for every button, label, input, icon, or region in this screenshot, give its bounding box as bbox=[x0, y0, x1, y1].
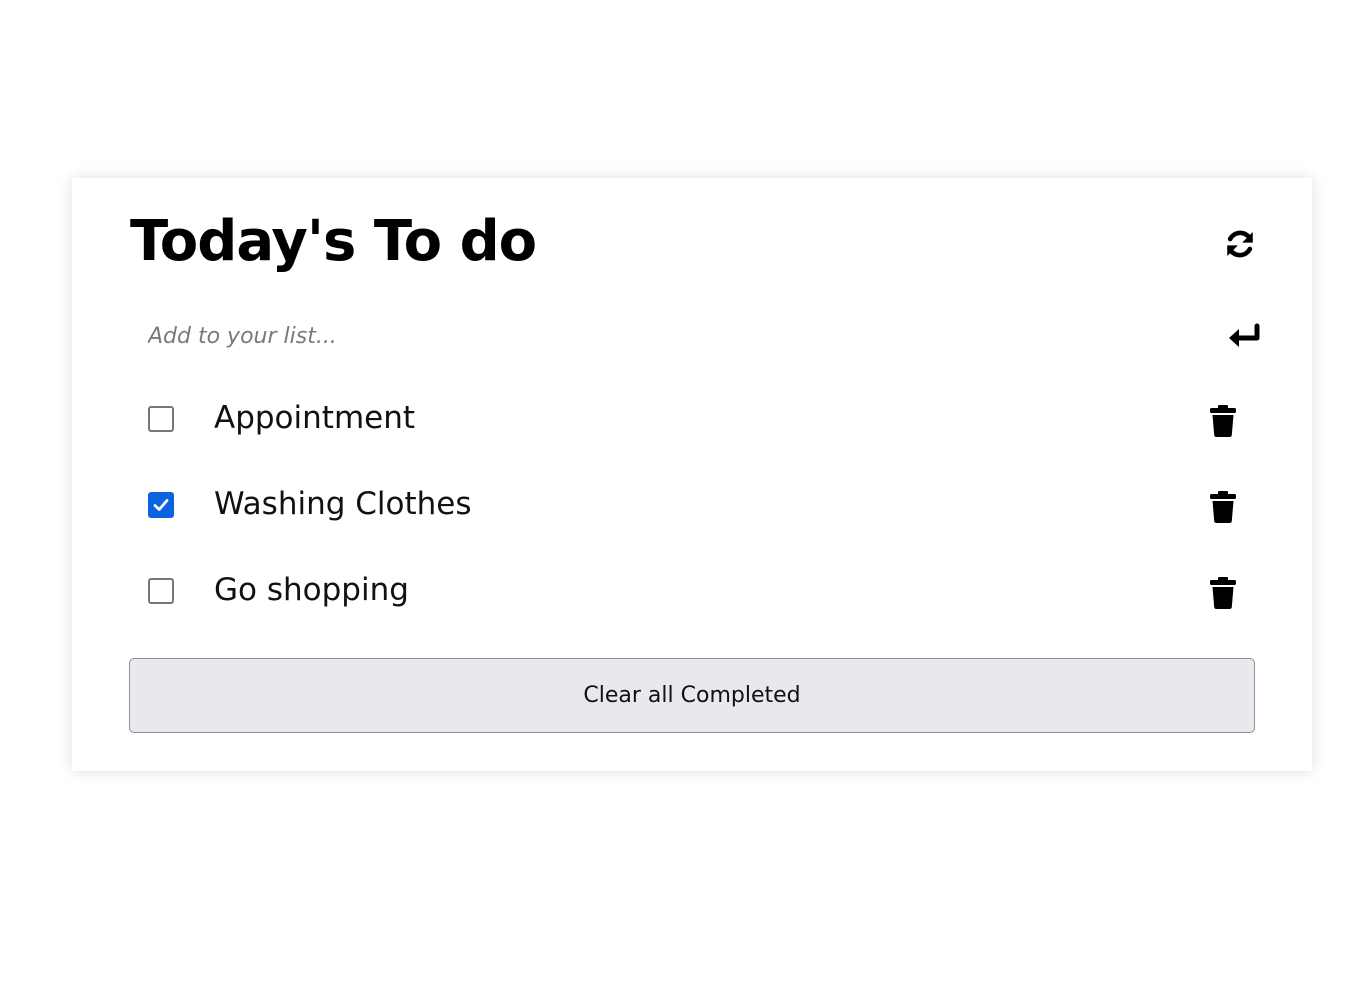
clear-completed-button[interactable]: Clear all Completed bbox=[129, 658, 1255, 733]
delete-button[interactable] bbox=[1206, 576, 1240, 610]
todo-item: Go shopping bbox=[130, 562, 1260, 622]
page-title: Today's To do bbox=[130, 209, 537, 274]
todo-item: Washing Clothes bbox=[130, 476, 1260, 536]
refresh-button[interactable] bbox=[1220, 224, 1260, 264]
delete-button[interactable] bbox=[1206, 404, 1240, 438]
todo-card: Today's To do Appointment Washing Clothe… bbox=[72, 178, 1312, 771]
todo-label: Washing Clothes bbox=[214, 486, 472, 522]
add-todo-button[interactable] bbox=[1224, 316, 1264, 356]
todo-checkbox[interactable] bbox=[148, 578, 174, 604]
refresh-icon bbox=[1227, 230, 1253, 258]
enter-return-icon bbox=[1229, 323, 1260, 347]
todo-label: Appointment bbox=[214, 400, 416, 436]
trash-icon bbox=[1210, 405, 1236, 437]
trash-icon bbox=[1210, 577, 1236, 609]
checkmark-icon bbox=[153, 499, 169, 511]
todo-item: Appointment bbox=[130, 390, 1260, 450]
trash-icon bbox=[1210, 491, 1236, 523]
add-todo-input[interactable] bbox=[148, 316, 1208, 356]
todo-checkbox[interactable] bbox=[148, 406, 174, 432]
delete-button[interactable] bbox=[1206, 490, 1240, 524]
todo-checkbox[interactable] bbox=[148, 492, 174, 518]
todo-label: Go shopping bbox=[214, 572, 409, 608]
